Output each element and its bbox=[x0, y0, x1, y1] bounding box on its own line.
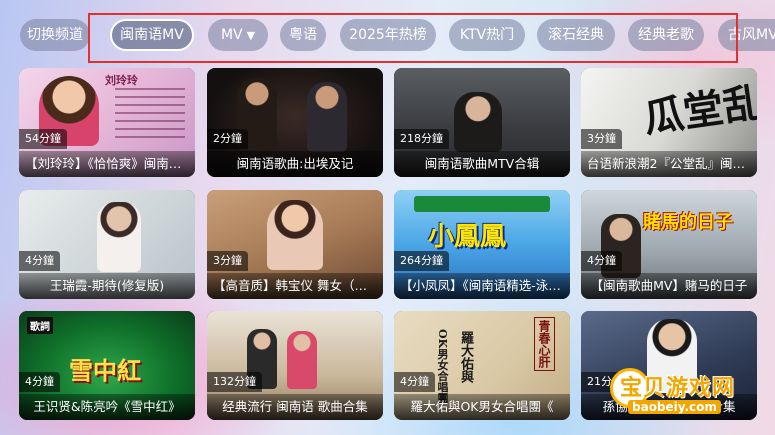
duration-badge: 54分鐘 bbox=[19, 129, 67, 149]
video-card[interactable]: 3分鐘 【高音质】韩宝仪 舞女（闽南语） bbox=[207, 190, 383, 299]
singer-figure bbox=[287, 331, 317, 389]
duration-badge: 2分鐘 bbox=[207, 129, 248, 149]
singer-figure bbox=[454, 92, 502, 152]
duration-badge: 3分鐘 bbox=[207, 251, 248, 271]
singer-figure bbox=[97, 202, 141, 272]
thumb-subtitle-text: OK男女合唱團 bbox=[436, 329, 449, 404]
video-card[interactable]: 小鳳鳳 264分鐘 【小凤凤】《闽南语精选-泳装》 bbox=[394, 190, 570, 299]
tab-label: 粤语 bbox=[289, 27, 317, 43]
tab-mv-filter[interactable]: MV ▼ bbox=[208, 19, 268, 51]
tab-label: KTV热门 bbox=[459, 27, 515, 43]
thumb-caption: 刘玲玲 bbox=[105, 74, 138, 87]
tab-label: 切换频道 bbox=[27, 27, 83, 43]
video-card[interactable]: 瓜堂乱 3分鐘 台语新浪潮2『公堂乱』闽南语 bbox=[581, 68, 757, 177]
video-card[interactable]: 4分鐘 王瑞霞-期待(修复版) bbox=[19, 190, 195, 299]
tab-ancient-mv[interactable]: 古风MV bbox=[718, 19, 775, 51]
duration-badge: 132分鐘 bbox=[207, 372, 262, 392]
tab-classic-oldies[interactable]: 经典老歌 bbox=[628, 19, 704, 51]
channel-tab-bar: 切换频道 闽南语MV MV ▼ 粤语 2025年热榜 KTV热门 滚石经典 经典老… bbox=[0, 0, 775, 66]
watermark-text: 宝贝游戏网 bbox=[620, 376, 736, 401]
video-title: 【小凤凤】《闽南语精选-泳装》 bbox=[400, 278, 564, 293]
singer-figure bbox=[267, 200, 323, 270]
duration-badge: 3分鐘 bbox=[581, 129, 622, 149]
thumb-title-text: 羅大佑與 bbox=[458, 331, 473, 383]
duration-badge: 4分鐘 bbox=[19, 251, 60, 271]
thumb-banner bbox=[414, 196, 550, 212]
video-title: 【刘玲玲】《恰恰爽》闽南语经典 bbox=[25, 156, 189, 171]
site-watermark: 宝贝游戏网 baobeiy.com bbox=[600, 368, 750, 428]
duration-badge: 4分鐘 bbox=[19, 372, 60, 392]
video-card[interactable]: 218分鐘 闽南语歌曲MTV合辑 bbox=[394, 68, 570, 177]
tab-label: MV bbox=[220, 27, 243, 43]
thumb-title-text: 賭馬的日子 bbox=[643, 212, 733, 233]
video-title: 闽南语歌曲MTV合辑 bbox=[424, 156, 540, 171]
tab-label: 闽南语MV bbox=[120, 27, 184, 43]
duration-badge: 218分鐘 bbox=[394, 129, 449, 149]
video-card[interactable]: 歌詞 雪中紅 4分鐘 王识贤&陈亮吟《雪中红》 bbox=[19, 311, 195, 420]
duration-badge: 4分鐘 bbox=[394, 372, 435, 392]
video-title: 【闽南歌曲MV】赌马的日子 bbox=[590, 278, 748, 293]
tab-label: 2025年热榜 bbox=[349, 27, 427, 43]
video-card[interactable]: 刘玲玲 54分鐘 【刘玲玲】《恰恰爽》闽南语经典 bbox=[19, 68, 195, 177]
video-title: 闽南语歌曲:出埃及记 bbox=[236, 156, 354, 171]
video-title: 王识贤&陈亮吟《雪中红》 bbox=[33, 399, 181, 414]
duration-badge: 264分鐘 bbox=[394, 251, 449, 271]
video-card[interactable]: 132分鐘 经典流行 闽南语 歌曲合集 bbox=[207, 311, 383, 420]
tab-label: 滚石经典 bbox=[548, 27, 604, 43]
singer-figure bbox=[307, 82, 347, 152]
tracklist-lines bbox=[115, 88, 185, 144]
video-title: 王瑞霞-期待(修复版) bbox=[49, 278, 165, 293]
watermark-url: baobeiy.com bbox=[628, 400, 721, 414]
tab-rolling-stone[interactable]: 滚石经典 bbox=[537, 19, 615, 51]
video-title: 台语新浪潮2『公堂乱』闽南语 bbox=[587, 156, 751, 171]
tab-ktv-hot[interactable]: KTV热门 bbox=[449, 19, 525, 51]
tab-cantonese[interactable]: 粤语 bbox=[280, 19, 326, 51]
video-card[interactable]: 2分鐘 闽南语歌曲:出埃及记 bbox=[207, 68, 383, 177]
video-card[interactable]: 賭馬的日子 4分鐘 【闽南歌曲MV】赌马的日子 bbox=[581, 190, 757, 299]
tab-label: 古风MV bbox=[728, 27, 775, 43]
tab-2025-hot[interactable]: 2025年热榜 bbox=[340, 19, 436, 51]
thumb-title-text: 雪中紅 bbox=[69, 356, 141, 385]
thumb-calligraphy: 瓜堂乱 bbox=[640, 78, 757, 143]
thumb-corner-tag: 歌詞 bbox=[27, 317, 53, 334]
video-title: 经典流行 闽南语 歌曲合集 bbox=[222, 399, 368, 414]
video-card[interactable]: 羅大佑與 OK男女合唱團 青春心肝 4分鐘 羅大佑與OK男女合唱團《 bbox=[394, 311, 570, 420]
filter-triangle-icon: ▼ bbox=[246, 29, 256, 42]
thumb-side-text: 青春心肝 bbox=[534, 317, 555, 371]
duration-badge: 4分鐘 bbox=[581, 251, 622, 271]
video-title: 【高音质】韩宝仪 舞女（闽南语） bbox=[213, 278, 377, 293]
video-title: 羅大佑與OK男女合唱團《 bbox=[410, 399, 554, 414]
tab-label: 经典老歌 bbox=[638, 27, 694, 43]
tab-switch-channel[interactable]: 切换频道 bbox=[20, 19, 90, 51]
thumb-logo-text: 小鳳鳳 bbox=[428, 222, 507, 252]
tab-minnan-mv[interactable]: 闽南语MV bbox=[110, 19, 194, 51]
